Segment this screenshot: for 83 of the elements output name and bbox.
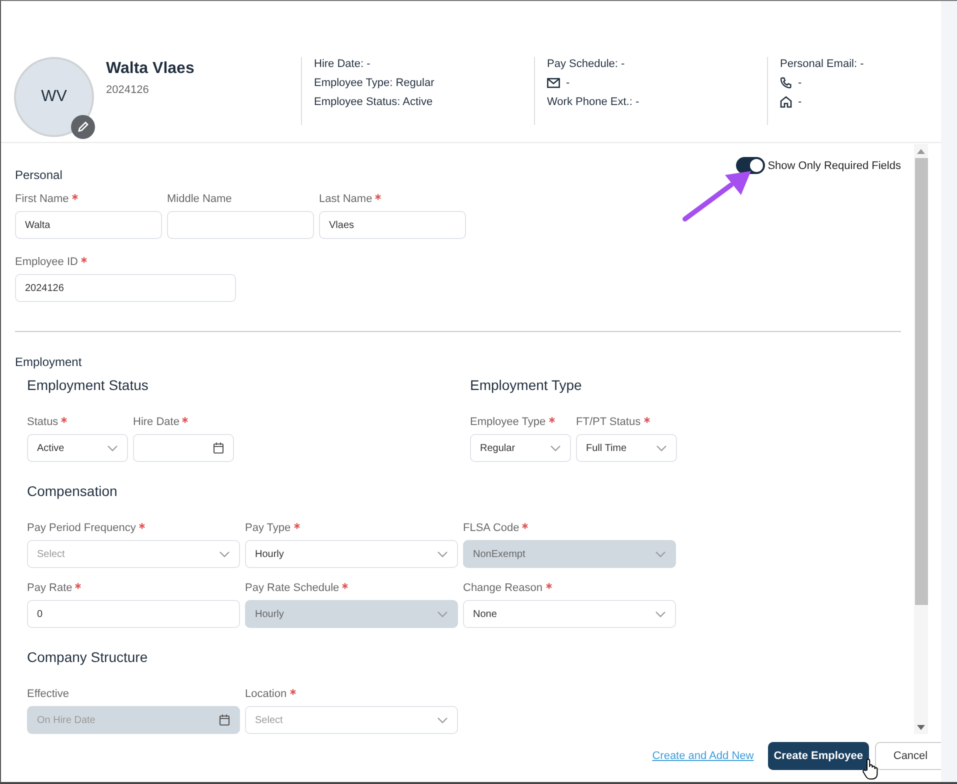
info-text: - — [798, 96, 802, 108]
field-label: Middle Name — [167, 193, 232, 205]
required-asterisk-icon — [138, 523, 145, 529]
field-label: Pay Period Frequency — [27, 522, 136, 534]
required-asterisk-icon — [80, 257, 87, 263]
required-asterisk-icon — [75, 583, 82, 589]
subsection-title: Employment Status — [27, 377, 150, 393]
required-asterisk-icon — [72, 194, 78, 200]
required-asterisk-icon — [522, 523, 528, 529]
subsection-title: Employment Type — [470, 377, 583, 393]
info-text: - — [566, 77, 570, 89]
dropdown[interactable]: Full Time — [576, 434, 677, 462]
toggle-switch[interactable] — [736, 157, 765, 174]
house-icon — [780, 96, 792, 108]
field-label: First Name — [15, 193, 69, 205]
required-asterisk-icon — [182, 417, 188, 423]
chevron-down-icon — [655, 550, 666, 558]
dropdown[interactable]: Hourly — [245, 540, 458, 568]
required-asterisk-icon — [290, 689, 296, 695]
chevron-down-icon — [219, 550, 230, 558]
scrollbar[interactable] — [914, 144, 928, 734]
section-title: Employment — [15, 355, 82, 369]
toggle-label: Show Only Required Fields — [768, 160, 901, 172]
info-text: Work Phone Ext.: - — [547, 96, 640, 108]
chevron-down-icon — [107, 444, 118, 452]
text-field[interactable]: Vlaes — [319, 211, 466, 239]
text-field[interactable]: 2024126 — [15, 274, 236, 302]
field-label: Pay Type — [245, 522, 291, 534]
field-label: Pay Rate — [27, 582, 72, 594]
required-asterisk-icon — [342, 583, 348, 589]
avatar: WV — [14, 57, 94, 137]
text-field[interactable]: Walta — [15, 211, 162, 239]
info-text: Hire Date: - — [314, 58, 370, 70]
info-text: Personal Email: - — [780, 58, 864, 70]
required-asterisk-icon — [546, 583, 552, 589]
field-label: FT/PT Status — [576, 416, 641, 428]
field-label: Employee Type — [470, 416, 546, 428]
dropdown[interactable]: Regular — [470, 434, 571, 462]
text-field[interactable]: 0 — [27, 600, 240, 628]
required-asterisk-icon — [548, 417, 555, 423]
field-label: Hire Date — [133, 416, 180, 428]
required-asterisk-icon — [644, 417, 650, 423]
scroll-down-icon[interactable] — [917, 725, 925, 730]
scroll-up-icon[interactable] — [917, 149, 925, 154]
chevron-down-icon — [550, 444, 561, 452]
chevron-down-icon — [437, 610, 448, 618]
required-asterisk-icon — [61, 417, 68, 423]
info-text: - — [798, 77, 802, 89]
subsection-title: Company Structure — [27, 649, 149, 665]
field-label: Last Name — [319, 193, 372, 205]
field-label: Change Reason — [463, 582, 543, 594]
calendar-icon — [213, 442, 224, 454]
field-label: FLSA Code — [463, 522, 520, 534]
chevron-down-icon — [656, 444, 667, 452]
required-asterisk-icon — [375, 194, 382, 200]
field-label: Effective — [27, 688, 69, 700]
field-label: Pay Rate Schedule — [245, 582, 340, 594]
field-label: Location — [245, 688, 287, 700]
field-label: Status — [27, 416, 58, 428]
employee-name: Walta Vlaes — [106, 60, 196, 78]
chevron-down-icon — [655, 610, 666, 618]
required-asterisk-icon — [294, 523, 300, 529]
envelope-icon — [547, 78, 560, 88]
info-text: Employee Status: Active — [314, 96, 433, 108]
scrollbar-thumb[interactable] — [914, 158, 928, 605]
section-title: Personal — [15, 168, 62, 182]
employee-id: 2024126 — [106, 84, 150, 96]
chevron-down-icon — [437, 716, 448, 724]
dropdown[interactable]: None — [463, 600, 676, 628]
text-field[interactable] — [167, 211, 314, 239]
field-label: Employee ID — [15, 256, 78, 268]
calendar-icon — [219, 714, 230, 726]
edit-avatar-button[interactable] — [71, 115, 95, 139]
info-text: Pay Schedule: - — [547, 58, 625, 70]
subsection-title: Compensation — [27, 483, 118, 499]
chevron-down-icon — [437, 550, 448, 558]
dropdown[interactable]: Active — [27, 434, 128, 462]
info-text: Employee Type: Regular — [314, 77, 434, 89]
pencil-icon — [77, 121, 89, 133]
date-field[interactable] — [133, 434, 234, 462]
phone-icon — [780, 77, 792, 89]
create-employee-button[interactable]: Create Employee — [768, 742, 869, 770]
hand-cursor-icon — [862, 758, 878, 780]
